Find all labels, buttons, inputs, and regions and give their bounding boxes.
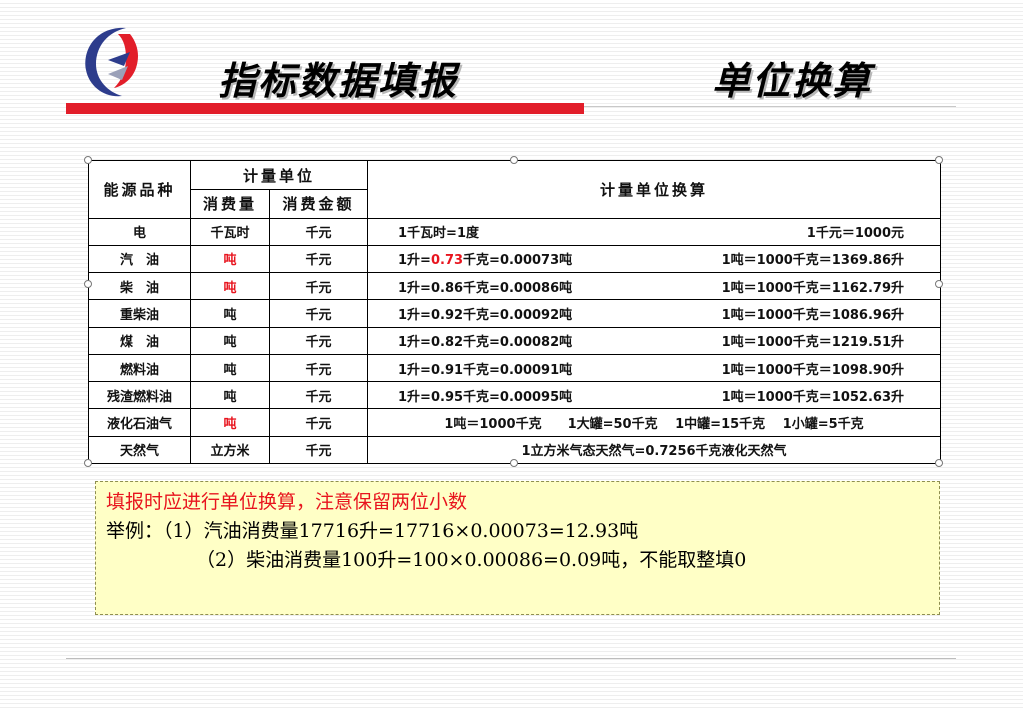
amount-unit-cell: 千元	[268, 244, 369, 274]
energy-cell: 柴 油	[88, 272, 191, 301]
header-energy: 能源品种	[88, 160, 191, 219]
energy-cell: 液化石油气	[88, 408, 191, 437]
table-row: 电 千瓦时 千元 1千瓦时=1度 1千元＝1000元	[88, 217, 942, 246]
conversion-cell: 1升=0.91千克=0.00091吨 1吨＝1000千克＝1098.90升	[367, 353, 942, 383]
company-logo-icon	[85, 27, 138, 97]
note-line-3: （2）柴油消费量100升=100×0.00086=0.09吨，不能取整填0	[196, 549, 747, 571]
note-line-2: 举例：（1）汽油消费量17716升=17716×0.00073=12.93吨	[106, 520, 639, 542]
table-row: 燃料油 吨 千元 1升=0.91千克=0.00091吨 1吨＝1000千克＝109…	[88, 353, 942, 383]
page-subtitle: 单位换算	[712, 58, 873, 103]
conversion-b: 1千元＝1000元	[806, 226, 905, 242]
amount-unit-cell: 千元	[268, 217, 369, 246]
conversion-b: 1吨＝1000千克＝1052.63升	[721, 389, 905, 405]
table-row: 重柴油 吨 千元 1升=0.92千克=0.00092吨 1吨＝1000千克＝108…	[88, 299, 942, 328]
conversion-a-suffix: 千克=0.00073吨	[463, 253, 573, 269]
conversion-cell: 1升=0.73千克=0.00073吨 1吨＝1000千克＝1369.86升	[367, 244, 942, 274]
footer-rule	[66, 658, 956, 659]
amount-unit-cell: 千元	[268, 326, 369, 355]
page-title: 指标数据填报	[218, 58, 459, 103]
conversion-a: 1升=0.82千克=0.00082吨	[398, 335, 573, 351]
consumption-unit-cell: 立方米	[190, 435, 270, 465]
conversion-b: 1吨＝1000千克＝1162.79升	[721, 280, 905, 296]
conversion-b: 1吨＝1000千克＝1098.90升	[721, 362, 905, 378]
energy-cell: 重柴油	[88, 299, 191, 328]
title-underline-accent	[66, 103, 584, 114]
resize-handle[interactable]	[935, 459, 943, 467]
resize-handle[interactable]	[935, 156, 943, 164]
consumption-unit-cell: 吨	[190, 408, 270, 437]
table-row: 残渣燃料油 吨 千元 1升=0.95千克=0.00095吨 1吨＝1000千克＝1…	[88, 381, 942, 410]
table-row: 柴 油 吨 千元 1升=0.86千克=0.00086吨 1吨＝1000千克＝116…	[88, 272, 942, 301]
conversion-a-highlight: 0.73	[430, 253, 464, 269]
conversion-b: 1吨＝1000千克＝1086.96升	[721, 307, 905, 323]
amount-unit-cell: 千元	[268, 381, 369, 410]
conversion-cell: 1升=0.86千克=0.00086吨 1吨＝1000千克＝1162.79升	[367, 272, 942, 301]
consumption-unit-cell: 吨	[190, 326, 270, 355]
energy-cell: 电	[88, 217, 191, 246]
header-amount: 消费金额	[268, 189, 369, 219]
conversion-cell: 1吨＝1000千克 1大罐=50千克 1中罐=15千克 1小罐=5千克	[367, 408, 942, 437]
header-unit-group: 计量单位	[189, 159, 369, 191]
amount-unit-cell: 千元	[268, 435, 369, 465]
resize-handle[interactable]	[935, 280, 943, 288]
conversion-cell: 1升=0.95千克=0.00095吨 1吨＝1000千克＝1052.63升	[367, 381, 942, 410]
conversion-b: 1吨＝1000千克＝1219.51升	[721, 335, 905, 351]
consumption-unit-cell: 吨	[190, 299, 270, 328]
conversion-cell: 1立方米气态天然气=0.7256千克液化天然气	[367, 435, 942, 465]
conversion-a: 1升=0.95千克=0.00095吨	[398, 389, 573, 405]
note-box[interactable]: 填报时应进行单位换算，注意保留两位小数 举例：（1）汽油消费量17716升=17…	[95, 481, 940, 615]
energy-cell: 燃料油	[88, 353, 191, 383]
table-row: 汽 油 吨 千元 1升=0.73千克=0.00073吨 1吨＝1000千克＝136…	[88, 244, 942, 274]
energy-cell: 汽 油	[88, 244, 191, 274]
conversion-a: 1千瓦时=1度	[398, 226, 479, 242]
conversion-a: 1升=0.86千克=0.00086吨	[398, 280, 573, 296]
header-conversion: 计量单位换算	[367, 160, 942, 219]
resize-handle[interactable]	[84, 156, 92, 164]
conversion-a: 1升=0.73千克=0.00073吨	[398, 249, 572, 268]
energy-cell: 煤 油	[88, 326, 191, 355]
energy-cell: 天然气	[88, 435, 191, 465]
title-underline-rule	[584, 106, 956, 107]
amount-unit-cell: 千元	[268, 408, 369, 437]
table-row: 煤 油 吨 千元 1升=0.82千克=0.00082吨 1吨＝1000千克＝121…	[88, 326, 942, 355]
resize-handle[interactable]	[84, 280, 92, 288]
table-row: 液化石油气 吨 千元 1吨＝1000千克 1大罐=50千克 1中罐=15千克 1…	[88, 408, 942, 437]
consumption-unit-cell: 吨	[190, 353, 270, 383]
consumption-unit-cell: 吨	[190, 381, 270, 410]
conversion-cell: 1升=0.92千克=0.00092吨 1吨＝1000千克＝1086.96升	[367, 299, 942, 328]
conversion-cell: 1千瓦时=1度 1千元＝1000元	[367, 217, 942, 246]
consumption-unit-cell: 吨	[190, 244, 270, 274]
amount-unit-cell: 千元	[268, 353, 369, 383]
amount-unit-cell: 千元	[268, 299, 369, 328]
resize-handle[interactable]	[510, 156, 518, 164]
conversion-cell: 1升=0.82千克=0.00082吨 1吨＝1000千克＝1219.51升	[367, 326, 942, 355]
unit-conversion-table[interactable]: 能源品种 计量单位 计量单位换算 消费量 消费金额 电 千瓦时 千元 1千瓦时=…	[88, 159, 942, 465]
note-line-1: 填报时应进行单位换算，注意保留两位小数	[106, 491, 468, 513]
consumption-unit-cell: 吨	[190, 272, 270, 301]
conversion-a: 1升=0.92千克=0.00092吨	[398, 307, 573, 323]
header-consumption: 消费量	[190, 189, 270, 219]
consumption-unit-cell: 千瓦时	[190, 217, 270, 246]
resize-handle[interactable]	[510, 459, 518, 467]
energy-cell: 残渣燃料油	[88, 381, 191, 410]
amount-unit-cell: 千元	[268, 272, 369, 301]
conversion-a-prefix: 1升=	[398, 253, 431, 269]
conversion-a: 1升=0.91千克=0.00091吨	[398, 362, 573, 378]
conversion-b: 1吨＝1000千克＝1369.86升	[721, 253, 905, 269]
resize-handle[interactable]	[84, 459, 92, 467]
